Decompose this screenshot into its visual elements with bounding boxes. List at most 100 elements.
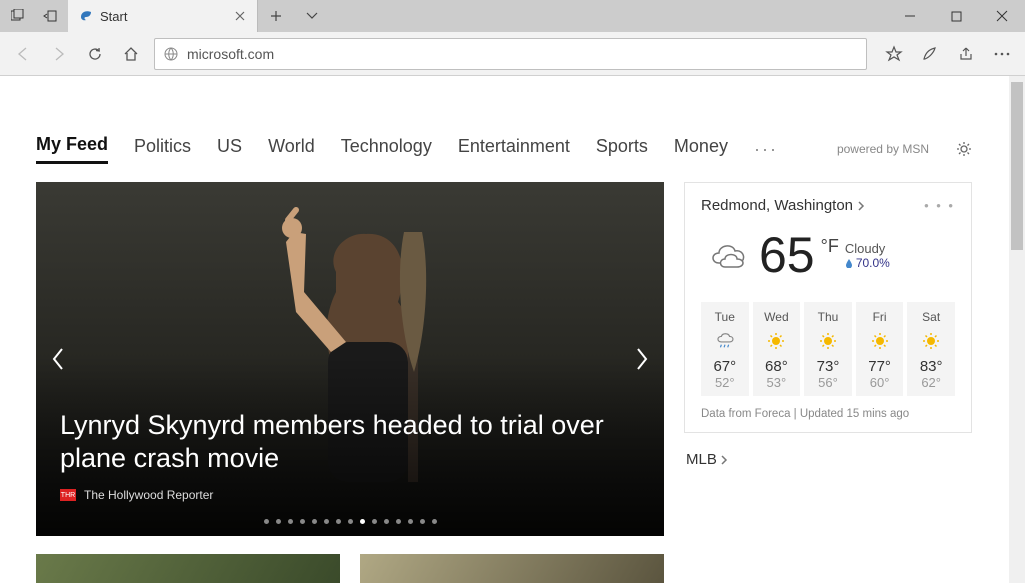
- sun-icon: [804, 330, 852, 352]
- carousel-dots[interactable]: [36, 519, 664, 524]
- more-button[interactable]: [985, 37, 1019, 71]
- tab-world[interactable]: World: [268, 136, 315, 163]
- day-hi: 77°: [856, 358, 904, 375]
- day-name: Wed: [753, 310, 801, 324]
- minimize-button[interactable]: [887, 0, 933, 32]
- new-tab-button[interactable]: [258, 0, 294, 32]
- carousel-dot[interactable]: [312, 519, 317, 524]
- task-view-icon[interactable]: [4, 2, 32, 30]
- source-logo-icon: THR: [60, 489, 76, 501]
- hero-card[interactable]: Lynryd Skynyrd members headed to trial o…: [36, 182, 664, 536]
- gear-icon[interactable]: [955, 140, 973, 158]
- tab-entertainment[interactable]: Entertainment: [458, 136, 570, 163]
- source-label: The Hollywood Reporter: [84, 488, 213, 502]
- weather-card[interactable]: Redmond, Washington • • • 65 °F Cloudy 7…: [684, 182, 972, 433]
- notes-button[interactable]: [913, 37, 947, 71]
- maximize-button[interactable]: [933, 0, 979, 32]
- tab-menu-button[interactable]: [294, 0, 330, 32]
- carousel-dot[interactable]: [276, 519, 281, 524]
- day-lo: 56°: [804, 375, 852, 390]
- hero-source: THR The Hollywood Reporter: [60, 488, 213, 502]
- weather-now: 65 °F Cloudy 70.0%: [701, 226, 955, 284]
- close-window-button[interactable]: [979, 0, 1025, 32]
- weather-unit: °F: [821, 236, 839, 257]
- carousel-dot[interactable]: [336, 519, 341, 524]
- chevron-right-icon: [857, 201, 865, 211]
- refresh-button[interactable]: [78, 37, 112, 71]
- mlb-card[interactable]: MLB: [684, 447, 972, 472]
- tab-my-feed[interactable]: My Feed: [36, 134, 108, 164]
- tab-us[interactable]: US: [217, 136, 242, 163]
- weather-temp: 65: [759, 226, 815, 284]
- close-tab-icon[interactable]: [233, 9, 247, 23]
- carousel-dot[interactable]: [288, 519, 293, 524]
- scroll-thumb[interactable]: [1011, 82, 1023, 250]
- day-hi: 67°: [701, 358, 749, 375]
- tab-technology[interactable]: Technology: [341, 136, 432, 163]
- day-lo: 52°: [701, 375, 749, 390]
- forward-button[interactable]: [42, 37, 76, 71]
- forecast-row: Tue 67°52° Wed 68°53°Thu73°56° Fri 77°60°Sat8…: [701, 302, 955, 396]
- edge-icon: [78, 8, 94, 24]
- story-card[interactable]: [36, 554, 340, 583]
- forecast-day[interactable]: Tue 67°52°: [701, 302, 749, 396]
- carousel-dot[interactable]: [372, 519, 377, 524]
- weather-condition: Cloudy: [845, 241, 890, 256]
- day-name: Fri: [856, 310, 904, 324]
- weather-more-icon[interactable]: • • •: [924, 198, 955, 213]
- tab-title: Start: [100, 9, 227, 24]
- weather-meta: Data from Foreca | Updated 15 mins ago: [701, 408, 955, 420]
- carousel-dot[interactable]: [384, 519, 389, 524]
- forecast-day[interactable]: Wed 68°53°: [753, 302, 801, 396]
- set-aside-icon[interactable]: [36, 2, 64, 30]
- feed-nav: My Feed Politics US World Technology Ent…: [36, 134, 973, 164]
- carousel-dot[interactable]: [420, 519, 425, 524]
- day-hi: 68°: [753, 358, 801, 375]
- titlebar: Start: [0, 0, 1025, 32]
- share-button[interactable]: [949, 37, 983, 71]
- forecast-day[interactable]: Sat83°62°: [907, 302, 955, 396]
- tab-politics[interactable]: Politics: [134, 136, 191, 163]
- tab-sports[interactable]: Sports: [596, 136, 648, 163]
- sun-icon: [856, 330, 904, 352]
- day-hi: 73°: [804, 358, 852, 375]
- chevron-right-icon: [721, 455, 728, 465]
- carousel-dot[interactable]: [264, 519, 269, 524]
- sun-icon: [753, 330, 801, 352]
- carousel-prev-icon[interactable]: [48, 344, 68, 374]
- cloud-icon: [707, 237, 753, 273]
- carousel-dot[interactable]: [324, 519, 329, 524]
- nav-more-icon[interactable]: ···: [754, 139, 778, 160]
- url-input[interactable]: [187, 46, 858, 62]
- tab-money[interactable]: Money: [674, 136, 728, 163]
- toolbar: [0, 32, 1025, 76]
- powered-by: powered by MSN: [837, 142, 929, 156]
- weather-humidity: 70.0%: [845, 256, 890, 270]
- scrollbar[interactable]: [1009, 76, 1025, 583]
- carousel-dot[interactable]: [408, 519, 413, 524]
- sun-icon: [907, 330, 955, 352]
- browser-tab[interactable]: Start: [68, 0, 258, 32]
- home-button[interactable]: [114, 37, 148, 71]
- globe-icon: [163, 46, 179, 62]
- day-lo: 60°: [856, 375, 904, 390]
- carousel-dot[interactable]: [300, 519, 305, 524]
- forecast-day[interactable]: Thu73°56°: [804, 302, 852, 396]
- droplet-icon: [845, 258, 853, 268]
- address-bar[interactable]: [154, 38, 867, 70]
- carousel-dot[interactable]: [348, 519, 353, 524]
- carousel-dot[interactable]: [396, 519, 401, 524]
- forecast-day[interactable]: Fri 77°60°: [856, 302, 904, 396]
- carousel-next-icon[interactable]: [632, 344, 652, 374]
- carousel-dot[interactable]: [432, 519, 437, 524]
- carousel-dot[interactable]: [360, 519, 365, 524]
- story-card[interactable]: [360, 554, 664, 583]
- day-lo: 53°: [753, 375, 801, 390]
- viewport: My Feed Politics US World Technology Ent…: [0, 76, 1025, 583]
- day-name: Sat: [907, 310, 955, 324]
- back-button[interactable]: [6, 37, 40, 71]
- weather-location[interactable]: Redmond, Washington: [701, 197, 865, 214]
- day-name: Tue: [701, 310, 749, 324]
- favorites-button[interactable]: [877, 37, 911, 71]
- hero-headline: Lynryd Skynyrd members headed to trial o…: [60, 409, 640, 474]
